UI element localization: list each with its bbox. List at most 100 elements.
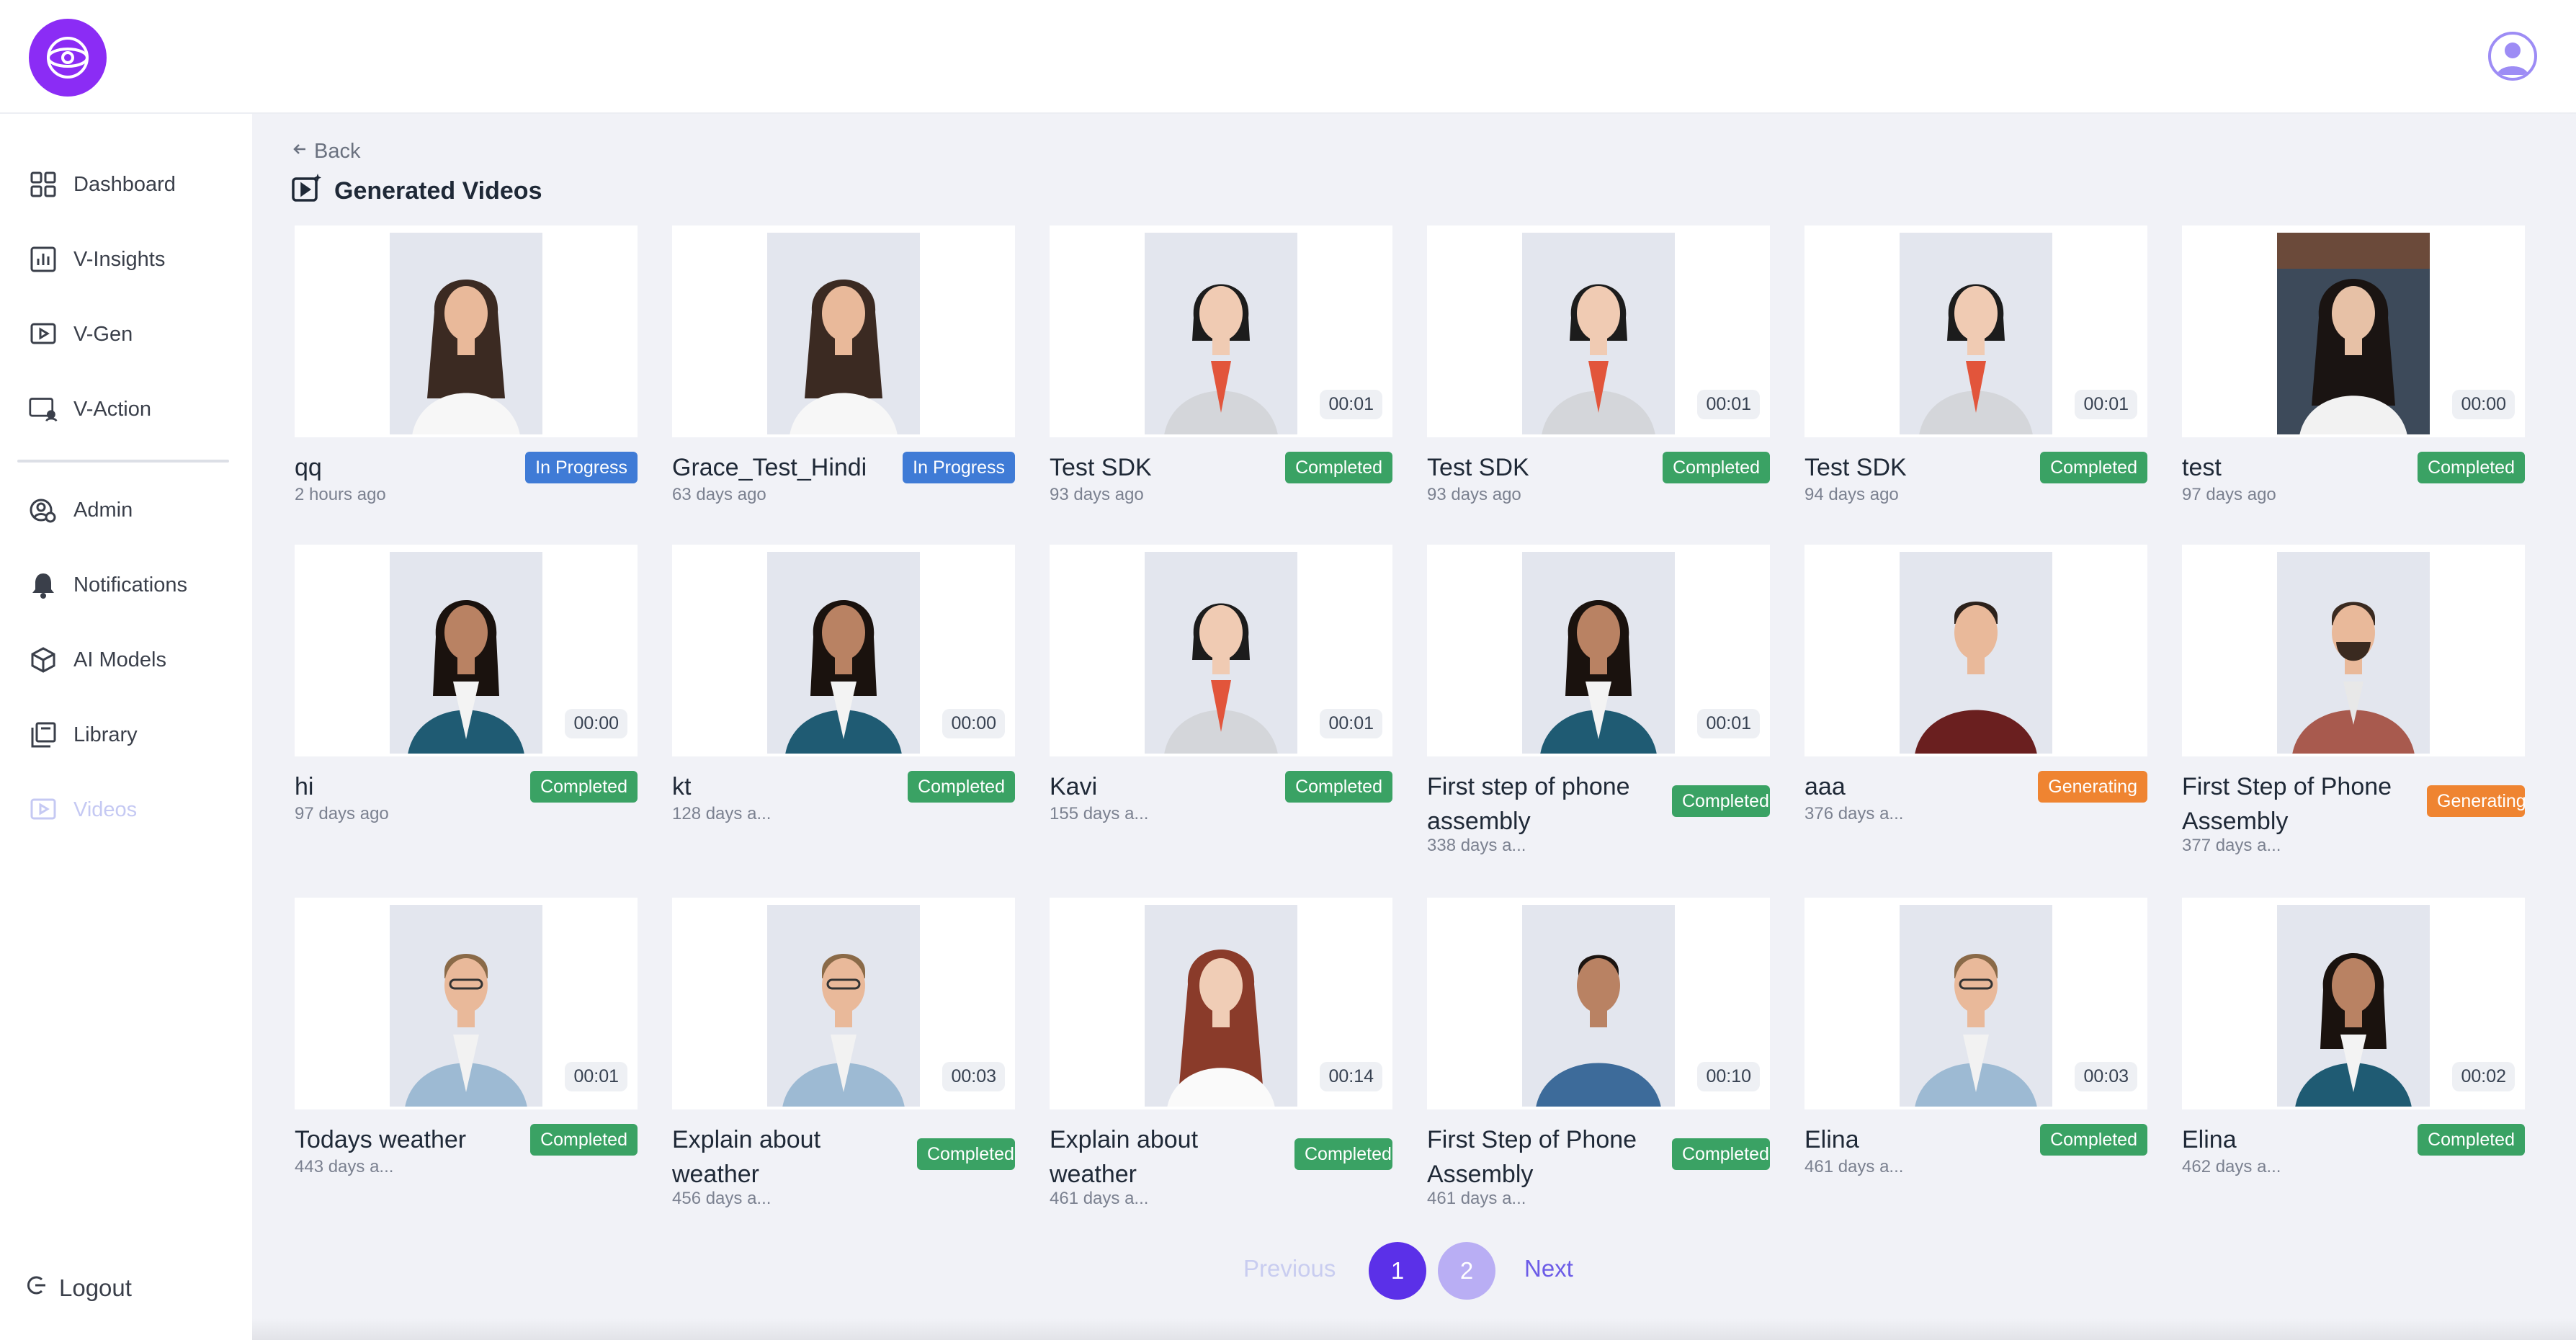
logout-button[interactable]: Logout <box>26 1267 132 1310</box>
video-date: 94 days ago <box>1804 485 1899 504</box>
sidebar-item-videos[interactable]: Videos <box>29 788 231 831</box>
video-thumbnail[interactable]: 00:01 <box>1804 225 2147 437</box>
video-thumbnail[interactable]: 00:01 <box>1427 225 1770 437</box>
page-1-button[interactable]: 1 <box>1369 1242 1426 1300</box>
avatar-portrait <box>1900 552 2052 754</box>
play-square-icon <box>29 320 58 349</box>
video-date: 461 days a... <box>1427 1189 1526 1208</box>
page-2-button[interactable]: 2 <box>1438 1242 1495 1300</box>
sidebar-item-v-action[interactable]: V-Action <box>29 388 231 431</box>
avatar-portrait <box>767 552 920 754</box>
logout-icon <box>26 1274 48 1302</box>
video-thumbnail[interactable]: 00:01 <box>295 898 638 1109</box>
video-thumbnail[interactable]: 00:01 <box>1050 545 1392 756</box>
previous-page-button[interactable]: Previous <box>1243 1255 1336 1282</box>
status-badge: Completed <box>1663 452 1770 483</box>
video-date: 128 days a... <box>672 804 772 823</box>
status-badge: Completed <box>2418 452 2525 483</box>
duration-label: 00:00 <box>565 709 627 738</box>
video-date: 63 days ago <box>672 485 766 504</box>
sidebar-item-dashboard[interactable]: Dashboard <box>29 163 231 206</box>
video-title: Todays weather <box>295 1126 467 1153</box>
video-title: Test SDK <box>1804 454 1907 481</box>
sidebar-item-notifications[interactable]: Notifications <box>29 563 231 607</box>
video-thumbnail[interactable]: 00:14 <box>1050 898 1392 1109</box>
video-thumbnail[interactable]: 00:01 <box>1050 225 1392 437</box>
avatar-portrait <box>767 233 920 434</box>
duration-label: 00:10 <box>1697 1062 1760 1091</box>
video-date: 2 hours ago <box>295 485 386 504</box>
video-thumbnail[interactable] <box>295 225 638 437</box>
video-thumbnail[interactable]: 00:00 <box>2182 225 2525 437</box>
sidebar-item-library[interactable]: Library <box>29 713 231 756</box>
back-link[interactable]: Back <box>291 137 360 166</box>
duration-label: 00:03 <box>2075 1062 2137 1091</box>
next-page-button[interactable]: Next <box>1524 1255 1573 1282</box>
video-title: kt <box>672 773 692 800</box>
status-badge: Completed <box>2418 1124 2525 1156</box>
status-badge: Completed <box>2040 452 2147 483</box>
avatar-portrait <box>1522 552 1675 754</box>
avatar-portrait <box>390 552 542 754</box>
status-badge: Generating <box>2038 771 2147 803</box>
status-badge: Completed <box>917 1138 1015 1170</box>
main-content: Back Generated Videos qq In Progress 2 h… <box>252 114 2576 1340</box>
duration-label: 00:01 <box>1320 390 1382 419</box>
duration-label: 00:01 <box>565 1062 627 1091</box>
video-thumbnail[interactable]: 00:00 <box>672 545 1015 756</box>
video-thumbnail[interactable]: 00:03 <box>672 898 1015 1109</box>
avatar-portrait <box>767 905 920 1107</box>
video-thumbnail[interactable]: 00:03 <box>1804 898 2147 1109</box>
video-thumbnail[interactable]: 00:10 <box>1427 898 1770 1109</box>
sidebar-item-admin[interactable]: Admin <box>29 488 231 532</box>
duration-label: 00:01 <box>2075 390 2137 419</box>
avatar-portrait <box>1900 905 2052 1107</box>
video-date: 338 days a... <box>1427 836 1526 855</box>
video-date: 377 days a... <box>2182 836 2281 855</box>
sidebar-item-label: Library <box>73 723 138 746</box>
library-icon <box>29 720 58 749</box>
status-badge: Generating <box>2427 785 2525 817</box>
video-thumbnail[interactable]: 00:02 <box>2182 898 2525 1109</box>
video-thumbnail[interactable]: 00:01 <box>1427 545 1770 756</box>
video-thumbnail[interactable] <box>672 225 1015 437</box>
duration-label: 00:00 <box>942 709 1005 738</box>
status-badge: Completed <box>530 1124 638 1156</box>
video-date: 155 days a... <box>1050 804 1149 823</box>
avatar-portrait <box>1145 552 1297 754</box>
page-title-text: Generated Videos <box>334 177 542 205</box>
video-title: Grace_Test_Hindi <box>672 454 867 481</box>
video-title: hi <box>295 773 314 800</box>
video-date: 461 days a... <box>1804 1157 1904 1176</box>
avatar-portrait <box>1145 905 1297 1107</box>
user-avatar-icon[interactable] <box>2488 32 2537 81</box>
bar-chart-icon <box>29 245 58 274</box>
video-sparkle-icon <box>291 172 323 210</box>
sidebar-item-label: Videos <box>73 798 138 821</box>
video-title: First Step of Phone Assembly <box>1427 1126 1637 1188</box>
video-title: Explain about weather <box>672 1126 821 1188</box>
status-badge: In Progress <box>903 452 1015 483</box>
globe-eye-logo[interactable] <box>29 19 107 97</box>
video-title: test <box>2182 454 2222 481</box>
sidebar-item-ai-models[interactable]: AI Models <box>29 638 231 682</box>
status-badge: Completed <box>908 771 1015 803</box>
back-label: Back <box>314 139 361 163</box>
video-title: Explain about weather <box>1050 1126 1199 1188</box>
avatar-portrait <box>390 233 542 434</box>
video-thumbnail[interactable]: 00:00 <box>295 545 638 756</box>
top-header <box>0 0 2576 114</box>
video-thumbnail[interactable] <box>2182 545 2525 756</box>
status-badge: Completed <box>1285 771 1392 803</box>
cube-icon <box>29 646 58 674</box>
sidebar-item-v-gen[interactable]: V-Gen <box>29 313 231 356</box>
sidebar-item-v-insights[interactable]: V-Insights <box>29 238 231 281</box>
avatar-portrait <box>2277 552 2430 754</box>
sidebar-item-label: V-Action <box>73 397 151 421</box>
video-date: 456 days a... <box>672 1189 772 1208</box>
sidebar-item-label: Admin <box>73 498 133 522</box>
video-date: 97 days ago <box>295 804 389 823</box>
video-thumbnail[interactable] <box>1804 545 2147 756</box>
video-date: 461 days a... <box>1050 1189 1149 1208</box>
sidebar-item-label: V-Insights <box>73 247 166 271</box>
